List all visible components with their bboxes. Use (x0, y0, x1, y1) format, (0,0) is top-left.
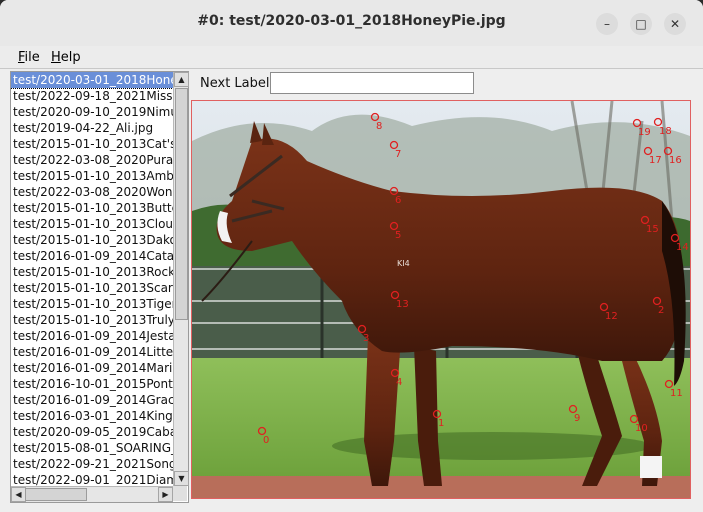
file-list-item[interactable]: test/2015-01-10_2013AmberLady.jpg (11, 168, 173, 184)
keypoint-label: 7 (395, 149, 401, 160)
keypoint-label: 9 (574, 413, 580, 424)
file-list-item[interactable]: test/2022-03-08_2020PuraVida.jpg (11, 152, 173, 168)
menu-help-label: elp (60, 50, 81, 65)
keypoint-label: 16 (669, 155, 682, 166)
keypoint-label: 11 (670, 388, 683, 399)
file-list-item[interactable]: test/2016-01-09_2014Catalyst.jpg (11, 248, 173, 264)
app-window: #0: test/2020-03-01_2018HoneyPie.jpg – □… (0, 0, 703, 512)
keypoint-label: 10 (635, 423, 648, 434)
file-list-item[interactable]: test/2015-01-10_2013CloudyDay.jpg (11, 216, 173, 232)
file-list-item[interactable]: test/2022-03-08_2020Wonderland.jpg (11, 184, 173, 200)
horse-photo: KI4 012345678910111213141516171819 (192, 101, 690, 498)
maximize-button[interactable]: □ (630, 13, 652, 35)
file-list-item[interactable]: test/2020-09-05_2019Cabaletta.jpg (11, 424, 173, 440)
menu-help-mnemonic: H (51, 50, 61, 65)
menu-file[interactable]: File (18, 50, 40, 65)
file-list-item[interactable]: test/2015-01-10_2013Dakota.jpg (11, 232, 173, 248)
keypoint-label: 2 (658, 305, 664, 316)
file-list-item[interactable]: test/2022-09-18_2021MissMoon.jpg (11, 88, 173, 104)
menu-file-label: ile (24, 50, 40, 65)
label-row: Next Label: (190, 71, 693, 99)
file-list-item[interactable]: test/2020-03-01_2018HoneyPie.jpg (11, 72, 173, 89)
file-list-item[interactable]: test/2016-01-09_2014Jestable.jpg (11, 328, 173, 344)
file-list-item[interactable]: test/2016-01-09_2014Litter.jpg (11, 344, 173, 360)
file-list-item[interactable]: test/2015-01-10_2013Buttercup.jpg (11, 200, 173, 216)
file-list-item[interactable]: test/2015-01-10_2013Cat'sPyjamas.jpg (11, 136, 173, 152)
scroll-corner (173, 486, 187, 501)
file-list-item[interactable]: test/2020-09-10_2019Nimue.jpg (11, 104, 173, 120)
keypoint-label: 3 (363, 333, 369, 344)
next-label-input[interactable] (270, 72, 474, 94)
file-list-item[interactable]: test/2015-08-01_SOARING_EAGLE.jpg (11, 440, 173, 456)
keypoint-label: 15 (646, 224, 659, 235)
scroll-down-icon[interactable]: ▼ (174, 471, 189, 486)
keypoint-label: 6 (395, 195, 401, 206)
keypoint-label: 14 (676, 242, 689, 253)
horizontal-scrollbar[interactable]: ◀ ▶ (11, 486, 173, 502)
menu-help[interactable]: Help (51, 50, 81, 65)
scroll-left-icon[interactable]: ◀ (11, 487, 26, 502)
horizontal-scroll-thumb[interactable] (25, 488, 87, 501)
scroll-right-icon[interactable]: ▶ (158, 487, 173, 502)
file-list-item[interactable]: test/2016-01-09_2014Grace.jpg (11, 392, 173, 408)
file-list-item[interactable]: test/2015-01-10_2013Rocknroll.jpg (11, 264, 173, 280)
file-list-item[interactable]: test/2019-04-22_Ali.jpg (11, 120, 173, 136)
hip-tag: KI4 (397, 259, 410, 268)
keypoint-label: 5 (395, 230, 401, 241)
file-list-item[interactable]: test/2015-01-10_2013Scarlet.jpg (11, 280, 173, 296)
keypoint-label: 8 (376, 121, 382, 132)
keypoint-label: 12 (605, 311, 618, 322)
next-label-caption: Next Label: (200, 76, 274, 91)
vertical-scrollbar[interactable]: ▲ ▼ (173, 72, 189, 486)
keypoint-label: 0 (263, 435, 269, 446)
file-list-item[interactable]: test/2016-01-09_2014Mariana.jpg (11, 360, 173, 376)
file-list-panel: test/2020-03-01_2018HoneyPie.jpgtest/202… (10, 71, 189, 503)
file-list[interactable]: test/2020-03-01_2018HoneyPie.jpgtest/202… (11, 72, 173, 486)
title-bar: #0: test/2020-03-01_2018HoneyPie.jpg – □… (0, 0, 703, 47)
keypoint-label: 19 (638, 127, 651, 138)
close-button[interactable]: ✕ (664, 13, 686, 35)
image-canvas[interactable]: KI4 0 1 2 3 4 5 6 7 8 9 10 11 12 13 14 15 16 17 18 19 (191, 100, 691, 499)
file-list-item[interactable]: test/2016-03-01_2014KingsCross.jpg (11, 408, 173, 424)
file-list-item[interactable]: test/2015-01-10_2013TrulyAmazing.jpg (11, 312, 173, 328)
file-list-item[interactable]: test/2022-09-01_2021Diamby.jpg (11, 472, 173, 486)
keypoint-label: 1 (438, 418, 444, 429)
scroll-up-icon[interactable]: ▲ (174, 72, 189, 87)
file-list-item[interactable]: test/2015-01-10_2013TigerTail.jpg (11, 296, 173, 312)
keypoint-label: 18 (659, 126, 672, 137)
menu-bar: File Help (0, 46, 703, 69)
vertical-scroll-thumb[interactable] (175, 88, 188, 320)
file-list-item[interactable]: test/2016-10-01_2015Pontypool.jpg (11, 376, 173, 392)
keypoint-label: 13 (396, 299, 409, 310)
keypoint-label: 17 (649, 155, 662, 166)
keypoint-label: 4 (396, 377, 402, 388)
file-list-item[interactable]: test/2022-09-21_2021SongSparrow.jpg (11, 456, 173, 472)
minimize-button[interactable]: – (596, 13, 618, 35)
